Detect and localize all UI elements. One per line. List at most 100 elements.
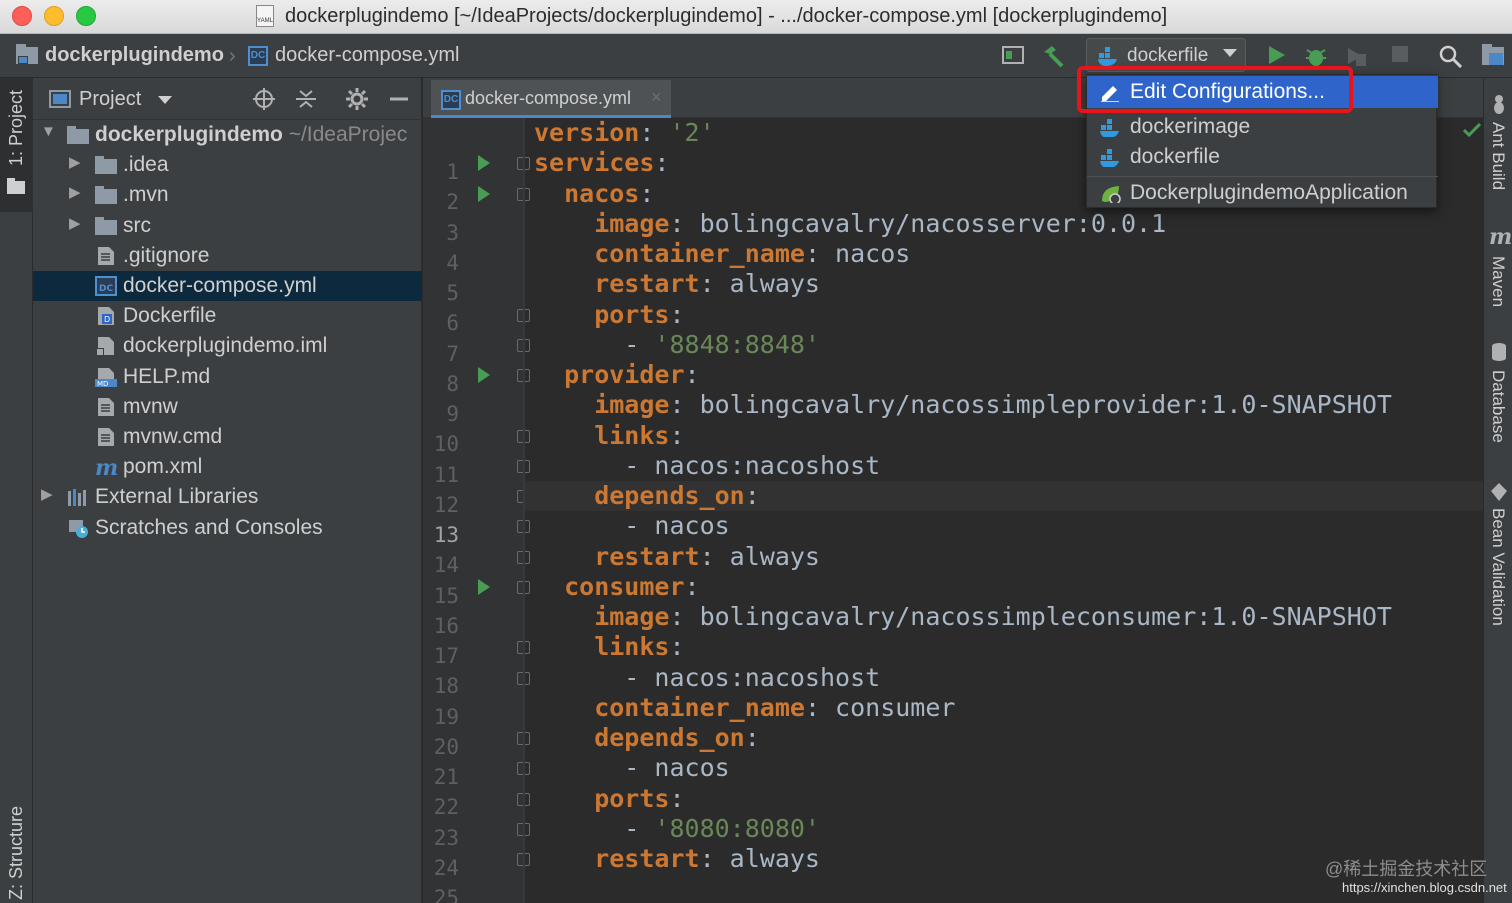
tool-tab-project[interactable]: 1: Project: [0, 78, 33, 212]
tree-item[interactable]: .gitignore: [33, 241, 422, 271]
tree-item-label: dockerplugindemo ~/IdeaProjec: [95, 123, 408, 146]
svg-text:MD: MD: [97, 380, 108, 387]
code-line: - '8848:8848': [534, 329, 820, 359]
locate-target-icon[interactable]: [252, 87, 276, 111]
code-line: version: '2': [534, 118, 715, 147]
tree-item[interactable]: DC docker-compose.yml: [33, 271, 422, 301]
tree-item[interactable]: ▶ .mvn: [33, 180, 422, 210]
line-number: 18: [433, 674, 459, 699]
yaml-file-icon: YAML: [256, 5, 274, 27]
tree-item[interactable]: ▶ External Libraries: [33, 482, 422, 512]
tree-item[interactable]: dockerplugindemo.iml: [33, 331, 422, 361]
line-number: 19: [433, 704, 459, 729]
tree-item[interactable]: MD HELP.md: [33, 362, 422, 392]
tool-tab-maven[interactable]: Maven: [1488, 256, 1508, 307]
code-line: image: bolingcavalry/nacossimpleconsumer…: [534, 602, 1392, 631]
close-window-button[interactable]: [12, 6, 32, 26]
line-number: 1: [446, 160, 459, 184]
window-layout-icon[interactable]: [1002, 44, 1024, 68]
tree-item-label: dockerplugindemo.iml: [123, 334, 328, 358]
chevron-right-icon[interactable]: ▶: [69, 183, 81, 201]
tree-item[interactable]: Scratches and Consoles: [33, 513, 422, 543]
project-structure-icon[interactable]: [1481, 44, 1507, 68]
tree-item[interactable]: D Dockerfile: [33, 301, 422, 331]
right-tool-strip: Ant Build m Maven Database Bean Validati…: [1483, 78, 1512, 903]
tree-item-label: docker-compose.yml: [123, 274, 317, 297]
project-tool-window: Project ▼ dockerplugindemo ~/IdeaProjec ▶.…: [33, 78, 422, 903]
tree-item-label: .gitignore: [123, 243, 210, 267]
breadcrumb-project[interactable]: dockerplugindemo: [45, 44, 224, 67]
collapse-all-icon[interactable]: [294, 87, 318, 111]
close-icon[interactable]: ×: [651, 87, 662, 108]
code-line: ports:: [534, 783, 685, 813]
left-tool-strip: 1: Project Z: Structure: [0, 78, 33, 903]
line-number: 4: [446, 250, 459, 275]
line-number: 9: [446, 402, 459, 426]
line-number: 21: [433, 765, 459, 789]
docker-compose-file-icon: DC: [95, 276, 117, 296]
docker-compose-file-icon: DC: [248, 45, 268, 66]
folder-icon: [95, 156, 117, 175]
menu-item-dockerfile[interactable]: dockerfile: [1087, 141, 1438, 173]
run-marker-icon[interactable]: [478, 578, 490, 595]
stop-icon[interactable]: [1390, 44, 1410, 68]
tree-item[interactable]: mvnw: [33, 392, 422, 422]
tool-tab-project-label: 1: Project: [6, 89, 26, 166]
debug-bug-icon[interactable]: [1304, 44, 1328, 68]
chevron-down-icon[interactable]: [158, 96, 172, 104]
zoom-window-button[interactable]: [76, 6, 96, 26]
editor-tab-docker-compose[interactable]: DC docker-compose.yml ×: [431, 80, 671, 118]
code-line: container_name: consumer: [534, 692, 956, 722]
window-title: dockerplugindemo [~/IdeaProjects/dockerp…: [285, 5, 1168, 27]
module-file-icon: [96, 337, 114, 357]
run-marker-icon[interactable]: [478, 367, 490, 383]
line-number: 2: [446, 190, 459, 215]
editor-tab-label: docker-compose.yml: [465, 88, 632, 108]
hide-panel-icon[interactable]: [388, 87, 410, 111]
watermark-text: @稀土掘金技术社区: [1325, 859, 1488, 879]
search-icon[interactable]: [1438, 44, 1464, 68]
tree-item-label: Scratches and Consoles: [95, 515, 323, 539]
gear-icon[interactable]: [345, 87, 369, 111]
build-hammer-icon[interactable]: [1040, 44, 1066, 68]
code-line: depends_on:: [534, 723, 760, 752]
line-number: 11: [433, 462, 459, 487]
coverage-icon[interactable]: [1344, 44, 1368, 68]
line-number: 14: [433, 553, 459, 578]
code-line: provider:: [534, 360, 700, 389]
chevron-right-icon[interactable]: ▶: [69, 153, 81, 171]
tree-item[interactable]: ▶ .idea: [33, 150, 422, 180]
dockerfile-icon: D: [98, 307, 114, 326]
minimize-window-button[interactable]: [44, 6, 64, 26]
editor-gutter: 1 2 3 4 5 6 7 8 9 10 11 12 13 14 15 16 17 18 19 20 21 22 23 24 2…: [423, 118, 530, 903]
run-icon[interactable]: [1265, 44, 1287, 68]
tool-tab-bean-validation[interactable]: Bean Validation: [1488, 508, 1508, 626]
folder-icon: [7, 178, 25, 194]
checkmark-icon: [1463, 122, 1481, 138]
breadcrumb-file[interactable]: docker-compose.yml: [275, 44, 460, 67]
chevron-right-icon[interactable]: ▶: [69, 214, 81, 232]
tree-item[interactable]: m pom.xml: [33, 452, 422, 482]
title-bar: YAML dockerplugindemo [~/IdeaProjects/do…: [0, 0, 1512, 34]
chevron-right-icon[interactable]: ▶: [41, 485, 53, 503]
chevron-down-icon: [1223, 49, 1237, 57]
run-marker-icon[interactable]: [478, 185, 490, 202]
tree-item[interactable]: ▶ src: [33, 211, 422, 241]
project-folder-icon: [16, 44, 38, 64]
tree-item[interactable]: ▼ dockerplugindemo ~/IdeaProjec: [33, 120, 422, 150]
tool-tab-structure[interactable]: Z: Structure: [6, 806, 27, 900]
menu-item-dockerimage[interactable]: dockerimage: [1087, 111, 1438, 143]
code-line: depends_on:: [534, 481, 760, 510]
tree-item[interactable]: mvnw.cmd: [33, 422, 422, 452]
code-line: links:: [534, 632, 685, 662]
run-marker-icon[interactable]: [478, 155, 490, 172]
menu-item-dockerplugindemo-application[interactable]: DockerplugindemoApplication: [1087, 177, 1438, 209]
project-view-selector[interactable]: Project: [79, 88, 141, 111]
line-number: 20: [433, 734, 459, 759]
chevron-down-icon[interactable]: ▼: [41, 123, 56, 140]
tree-item-label: Dockerfile: [123, 304, 217, 328]
line-number: 23: [433, 825, 459, 850]
tool-tab-ant-build[interactable]: Ant Build: [1488, 122, 1508, 190]
ant-icon: [1494, 95, 1504, 114]
tool-tab-database[interactable]: Database: [1488, 370, 1508, 443]
